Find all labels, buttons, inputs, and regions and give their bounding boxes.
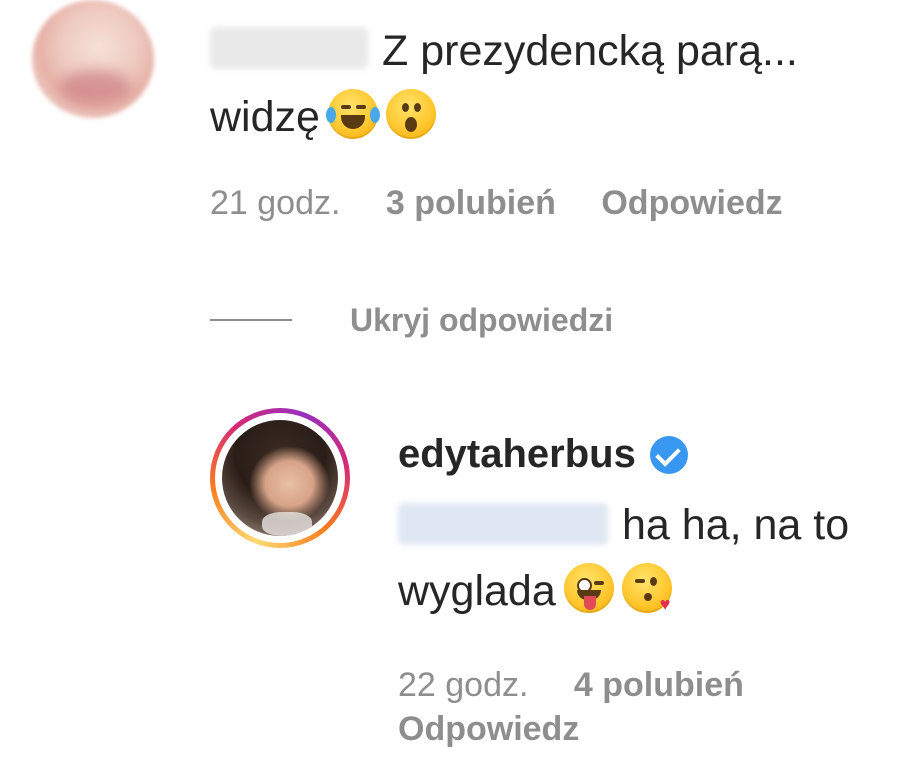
- commenter-username-blurred[interactable]: [210, 27, 368, 69]
- comment-likes[interactable]: 3 polubień: [386, 184, 556, 222]
- reply-avatar-photo: [222, 420, 338, 536]
- verified-badge-icon: [649, 435, 688, 474]
- comment-reply-button[interactable]: Odpowiedz: [601, 184, 782, 222]
- reply-mention-blurred[interactable]: [398, 503, 608, 545]
- comment-text-line1: Z prezydencką parą...: [382, 27, 798, 75]
- comment-time[interactable]: 21 godz.: [210, 184, 340, 222]
- face-with-open-mouth-icon: [385, 89, 436, 139]
- commenter-avatar[interactable]: [32, 0, 154, 118]
- reply-author: edytaherbus: [398, 432, 688, 477]
- hide-replies-label: Ukryj odpowiedzi: [350, 301, 614, 338]
- reply-reply-button[interactable]: Odpowiedz: [398, 710, 579, 748]
- face-with-tears-of-joy-icon: [325, 89, 380, 139]
- comment-text-line2: widzę: [210, 93, 320, 141]
- reply-meta: 22 godz. 4 polubień: [398, 666, 744, 705]
- reply-time[interactable]: 22 godz.: [398, 666, 528, 704]
- reply-text-line1: ha ha, na to: [622, 501, 850, 549]
- reply-meta-line2: Odpowiedz: [398, 710, 579, 749]
- reply-avatar[interactable]: [210, 408, 350, 548]
- comment-meta: 21 godz. 3 polubień Odpowiedz: [210, 184, 783, 223]
- reply-likes[interactable]: 4 polubień: [574, 666, 744, 704]
- reply-text-line2: wyglada: [398, 567, 556, 615]
- reply-username[interactable]: edytaherbus: [398, 432, 636, 477]
- winking-face-with-tongue-icon: [563, 563, 614, 613]
- comment-body: Z prezydencką parą... widzę: [210, 18, 880, 150]
- hide-replies-toggle[interactable]: Ukryj odpowiedzi: [210, 298, 613, 342]
- reply-body: ha ha, na to wyglada ♥: [398, 492, 888, 624]
- face-blowing-kiss-icon: ♥: [621, 563, 672, 613]
- thread-divider: [210, 319, 292, 321]
